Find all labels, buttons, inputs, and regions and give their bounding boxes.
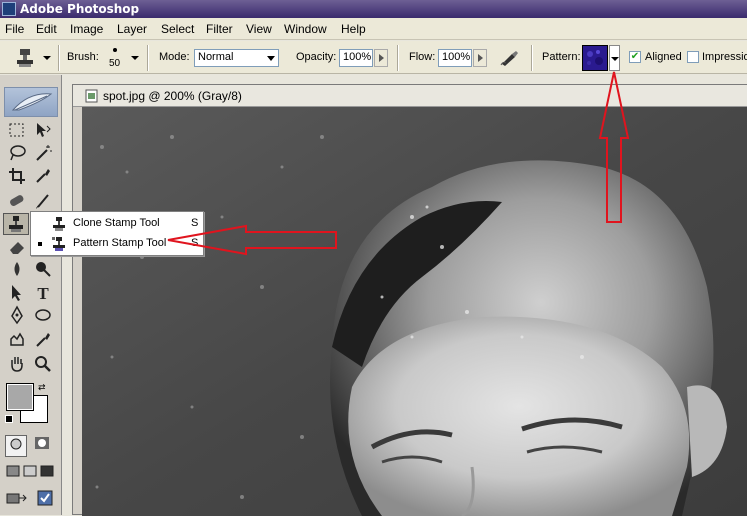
flyout-item-label: Clone Stamp Tool: [73, 217, 160, 229]
tool-preset-icon[interactable]: [14, 47, 36, 69]
tool-preset-arrow-icon[interactable]: [43, 56, 51, 60]
brush-size: 50: [109, 58, 121, 69]
menu-help[interactable]: Help: [341, 22, 366, 36]
move-icon[interactable]: [31, 120, 55, 142]
menu-edit[interactable]: Edit: [36, 22, 57, 36]
options-bar: Brush: 50 Mode: Normal Opacity: 100% Flo…: [0, 41, 747, 74]
eyedropper-icon[interactable]: [31, 330, 55, 352]
flyout-item-shortcut: S: [191, 217, 199, 229]
impressionist-label: Impression: [702, 51, 747, 63]
photoshop-logo-icon: [2, 2, 16, 16]
menu-window[interactable]: Window: [284, 22, 327, 36]
separator: [397, 45, 399, 71]
aligned-checkbox[interactable]: ✔: [629, 51, 641, 63]
document-icon: [85, 89, 99, 103]
notes-icon[interactable]: [5, 330, 29, 352]
shape-icon[interactable]: [31, 305, 55, 327]
brush-dropdown-arrow-icon[interactable]: [131, 56, 139, 60]
marquee-icon[interactable]: [5, 120, 29, 142]
separator: [147, 45, 149, 71]
menu-image[interactable]: Image: [70, 22, 103, 36]
menu-file[interactable]: File: [5, 22, 24, 36]
swap-colors-icon[interactable]: ⇄: [38, 383, 48, 393]
feather-icon: [4, 87, 58, 117]
mode-label: Mode:: [159, 51, 190, 63]
document-title: spot.jpg @ 200% (Gray/8): [103, 89, 242, 103]
document-window: spot.jpg @ 200% (Gray/8): [72, 84, 747, 516]
menu-view[interactable]: View: [246, 22, 272, 36]
type-icon[interactable]: T: [31, 283, 55, 305]
impressionist-checkbox[interactable]: [687, 51, 699, 63]
menu-layer[interactable]: Layer: [117, 22, 147, 36]
pattern-dropdown-button[interactable]: [609, 45, 620, 71]
opacity-value: 100%: [343, 51, 372, 63]
crop-icon[interactable]: [5, 166, 29, 188]
app-title: Adobe Photoshop: [20, 2, 140, 16]
quick-mask-icon[interactable]: [31, 435, 53, 457]
brush-preview[interactable]: 50: [104, 45, 126, 71]
opacity-slider-arrow-icon[interactable]: [374, 49, 388, 67]
mode-select[interactable]: Normal: [194, 49, 279, 67]
clone-stamp-icon: [51, 216, 67, 232]
standard-mode-icon[interactable]: [5, 435, 27, 457]
toolbox: T ⇄: [0, 75, 62, 515]
screen-mode-menu-icon[interactable]: [22, 463, 38, 485]
flyout-item-pattern-stamp[interactable]: Pattern Stamp Tool S: [31, 234, 203, 254]
flow-input[interactable]: 100%: [438, 49, 472, 67]
zoom-icon[interactable]: [31, 354, 55, 376]
opacity-label: Opacity:: [296, 51, 337, 63]
pattern-stamp-icon: [51, 236, 67, 252]
flow-slider-arrow-icon[interactable]: [473, 49, 487, 67]
separator: [58, 45, 60, 71]
opacity-input[interactable]: 100%: [339, 49, 373, 67]
pen-icon[interactable]: [5, 305, 29, 327]
pattern-swatch[interactable]: [582, 45, 608, 71]
eyedropper-icon[interactable]: [31, 166, 55, 188]
title-bar: Adobe Photoshop: [0, 0, 747, 18]
chevron-down-icon: [267, 56, 275, 61]
magic-wand-icon[interactable]: [31, 143, 55, 165]
photo-canvas[interactable]: [82, 107, 747, 516]
aligned-label: Aligned: [645, 51, 682, 63]
active-tool-marker-icon: [38, 242, 42, 246]
blur-icon[interactable]: [5, 259, 29, 281]
default-colors-icon[interactable]: [5, 415, 13, 423]
document-title-bar[interactable]: spot.jpg @ 200% (Gray/8): [73, 85, 747, 107]
brush-icon[interactable]: [31, 191, 55, 213]
menu-select[interactable]: Select: [161, 22, 194, 36]
flyout-item-shortcut: S: [191, 237, 199, 249]
jump-to-imageready-icon[interactable]: [5, 490, 29, 512]
dodge-icon[interactable]: [31, 259, 55, 281]
airbrush-icon[interactable]: [499, 49, 521, 67]
eraser-icon[interactable]: [5, 237, 29, 259]
flyout-item-label: Pattern Stamp Tool: [73, 237, 167, 249]
separator: [531, 45, 533, 71]
hand-icon[interactable]: [5, 354, 29, 376]
imageready-icon[interactable]: [33, 490, 57, 512]
flyout-item-clone-stamp[interactable]: Clone Stamp Tool S: [31, 214, 203, 234]
brush-dot-icon: [113, 48, 117, 52]
mode-value: Normal: [198, 51, 234, 63]
screen-mode-standard-icon[interactable]: [5, 463, 21, 485]
chevron-down-icon: [611, 57, 619, 61]
clone-stamp-tool-button[interactable]: [3, 213, 29, 235]
healing-brush-icon[interactable]: [5, 191, 29, 213]
menu-bar: File Edit Image Layer Select Filter View…: [0, 18, 747, 40]
brush-label: Brush:: [67, 51, 99, 63]
screen-mode-full-icon[interactable]: [39, 463, 55, 485]
lasso-icon[interactable]: [5, 143, 29, 165]
flow-value: 100%: [442, 51, 471, 63]
menu-filter[interactable]: Filter: [206, 22, 233, 36]
flow-label: Flow:: [409, 51, 436, 63]
foreground-color-swatch[interactable]: [6, 383, 34, 411]
stamp-tool-flyout-menu: Clone Stamp Tool S Pattern Stamp Tool S: [30, 211, 204, 256]
path-selection-icon[interactable]: [5, 283, 29, 305]
pattern-label: Pattern:: [542, 51, 581, 63]
